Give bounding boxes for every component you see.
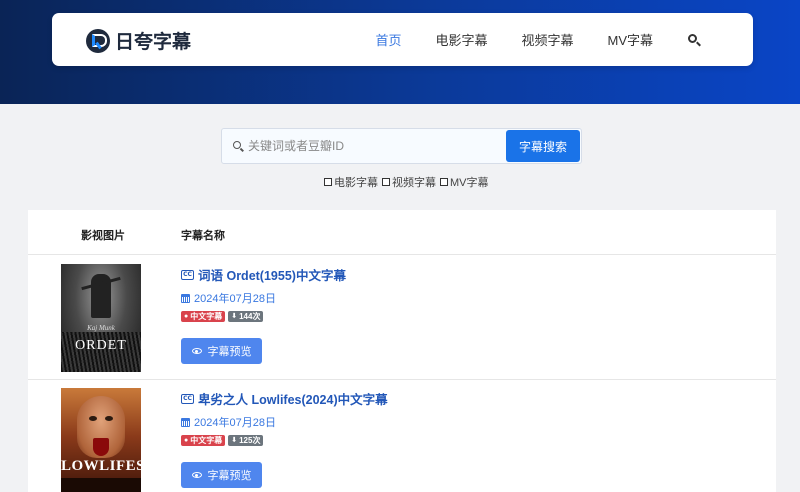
- subtitle-title-link[interactable]: 词语 Ordet(1955)中文字幕: [198, 265, 346, 284]
- download-count-badge: ⬇ 125次: [228, 435, 264, 446]
- table-row: Kaj Munk ORDET CC 词语 Ordet(1955)中文字幕 202…: [28, 255, 776, 380]
- closed-caption-icon: CC: [181, 393, 194, 404]
- upload-date: 2024年07月28日: [194, 417, 276, 429]
- upload-date: 2024年07月28日: [194, 293, 276, 305]
- table-header: 影视图片 字幕名称: [28, 210, 776, 255]
- preview-button[interactable]: 字幕预览: [181, 462, 262, 488]
- subtitle-table: 影视图片 字幕名称 Kaj Munk ORDET CC 词语 Ordet(195…: [28, 210, 776, 492]
- checkbox[interactable]: [324, 178, 332, 186]
- subtitle-title-link[interactable]: 卑劣之人 Lowlifes(2024)中文字幕: [198, 389, 388, 408]
- closed-caption-icon: CC: [181, 269, 194, 280]
- calendar-icon: [181, 417, 190, 427]
- poster-image[interactable]: LOWLIFES: [61, 388, 141, 492]
- search-filters: 电影字幕 视频字幕 MV字幕: [324, 174, 493, 190]
- filter-movie-subtitles[interactable]: 电影字幕: [324, 174, 378, 190]
- eye-icon: [191, 472, 202, 478]
- calendar-icon: [181, 293, 190, 303]
- nav-menu: 首页 电影字幕 视频字幕 MV字幕: [375, 13, 753, 66]
- language-badge: ● 中文字幕: [181, 311, 226, 322]
- search-input[interactable]: [246, 129, 506, 163]
- eye-icon: [191, 348, 202, 354]
- brand-name: 日夸字幕: [115, 32, 192, 53]
- preview-button[interactable]: 字幕预览: [181, 338, 262, 364]
- nav-item-mv-subtitles[interactable]: MV字幕: [607, 30, 653, 49]
- language-badge: ● 中文字幕: [181, 435, 226, 446]
- logo-icon: [86, 28, 110, 53]
- checkbox[interactable]: [440, 178, 448, 186]
- download-icon: ⬇: [231, 437, 238, 444]
- row-info: CC 词语 Ordet(1955)中文字幕 2024年07月28日 ● 中文字幕 …: [181, 265, 346, 364]
- top-navbar: 日夸字幕 首页 电影字幕 视频字幕 MV字幕: [52, 13, 753, 66]
- filter-video-subtitles[interactable]: 视频字幕: [382, 174, 436, 190]
- search-icon[interactable]: [687, 33, 701, 47]
- site-logo[interactable]: 日夸字幕: [86, 27, 191, 54]
- search-icon: [233, 141, 245, 153]
- nav-item-home[interactable]: 首页: [375, 30, 401, 49]
- checkbox[interactable]: [382, 178, 390, 186]
- filter-mv-subtitles[interactable]: MV字幕: [440, 174, 489, 190]
- download-count-badge: ⬇ 144次: [228, 311, 264, 322]
- download-icon: ⬇: [231, 313, 238, 320]
- poster-image[interactable]: Kaj Munk ORDET: [61, 264, 141, 372]
- nav-item-video-subtitles[interactable]: 视频字幕: [521, 30, 573, 49]
- search-box: 字幕搜索: [221, 128, 582, 164]
- nav-item-movie-subtitles[interactable]: 电影字幕: [435, 30, 487, 49]
- table-row: LOWLIFES CC 卑劣之人 Lowlifes(2024)中文字幕 2024…: [28, 380, 776, 492]
- column-header-name: 字幕名称: [181, 230, 225, 242]
- search-button[interactable]: 字幕搜索: [506, 130, 580, 162]
- column-header-image: 影视图片: [81, 230, 125, 242]
- row-info: CC 卑劣之人 Lowlifes(2024)中文字幕 2024年07月28日 ●…: [181, 389, 388, 488]
